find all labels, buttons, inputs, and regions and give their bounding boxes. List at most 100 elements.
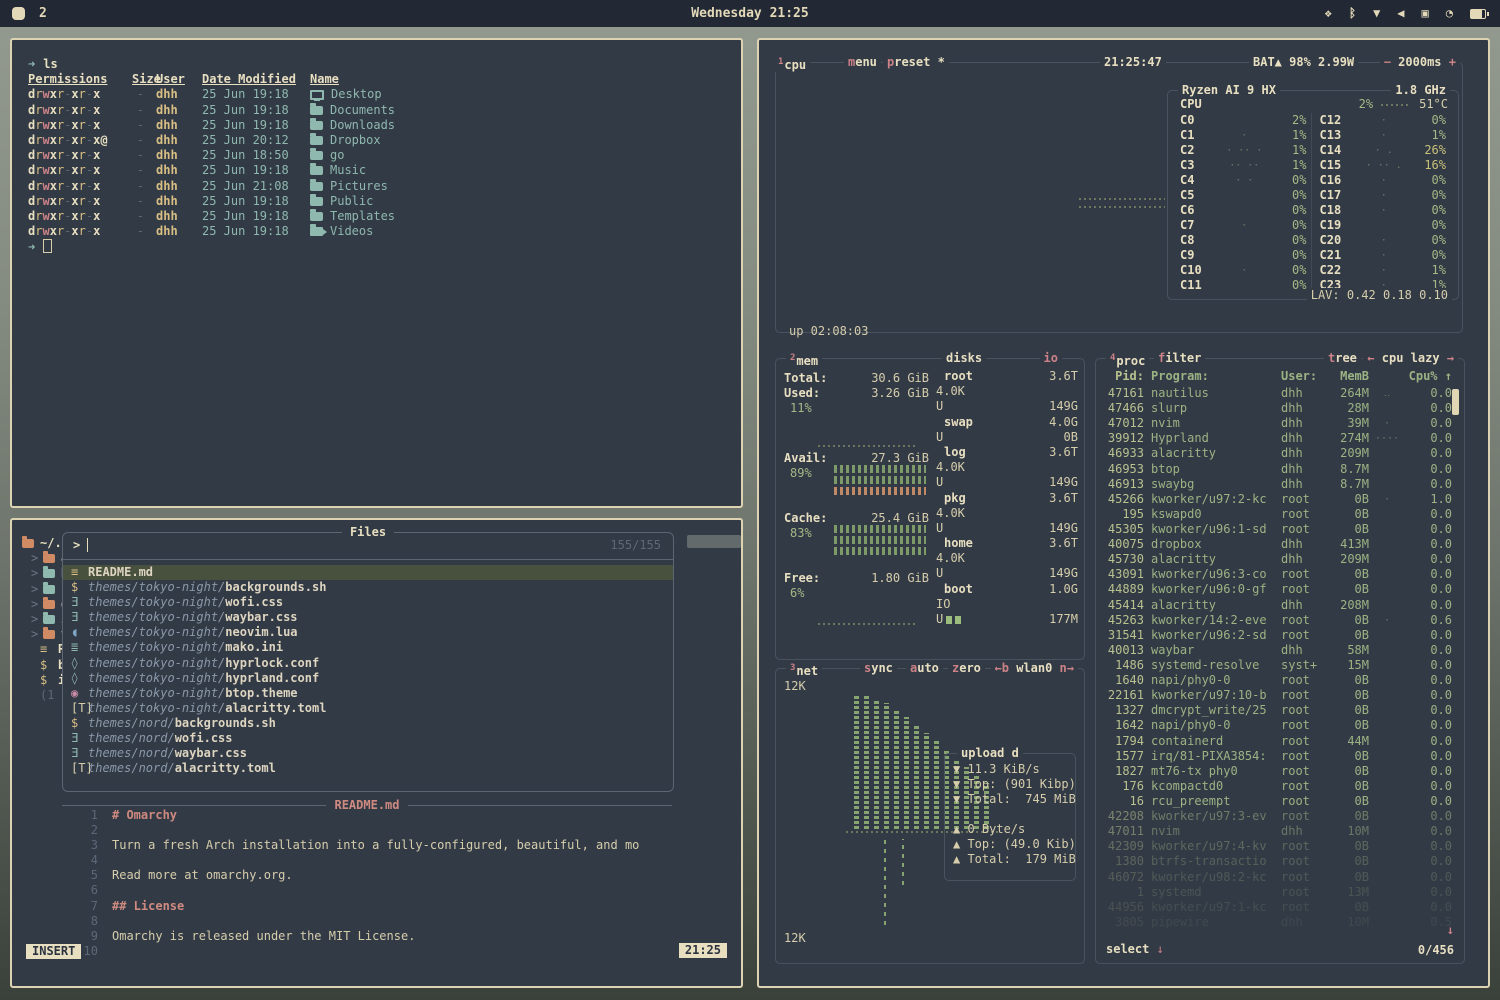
proc-scrollbar-thumb[interactable] <box>1452 389 1459 415</box>
process-row[interactable]: 1486systemd-resolvesyst+15M0.0 <box>1100 658 1452 673</box>
process-row[interactable]: 45305kworker/u96:1-sdroot0B0.0 <box>1100 522 1452 537</box>
process-row[interactable]: 22161kworker/u97:10-broot0B0.0 <box>1100 688 1452 703</box>
process-row[interactable]: 44956kworker/u97:1-kcroot0B0.0 <box>1100 900 1452 915</box>
tab-net[interactable]: 3net <box>786 661 822 678</box>
process-row[interactable]: 45730alacrittydhh209M0.0 <box>1100 552 1452 567</box>
process-row[interactable]: 43091kworker/u96:3-coroot0B0.0 <box>1100 567 1452 582</box>
select-arrow[interactable]: ↓ <box>1157 942 1164 956</box>
disks-title[interactable]: disks <box>942 351 986 365</box>
scroll-down-arrow[interactable]: ↓ <box>1447 923 1454 937</box>
mem-free-pct: 6% <box>790 586 804 601</box>
tab-proc[interactable]: 4proc <box>1106 351 1149 368</box>
gauge-icon[interactable]: ◔ <box>1446 0 1453 27</box>
proc-count: 0/456 <box>1418 943 1454 957</box>
tab-cpu[interactable]: 1cpu <box>774 55 810 72</box>
file-result[interactable]: $themes/tokyo-night/backgrounds.sh <box>63 580 673 595</box>
ls-row: drwxr-xr-x@-dhh25 Jun 20:12Dropbox <box>28 133 741 148</box>
file-result[interactable]: ≡README.md <box>63 565 673 580</box>
process-row[interactable]: 1577irq/81-PIXA3854:root0B0.0 <box>1100 749 1452 764</box>
select-button[interactable]: select <box>1106 942 1149 956</box>
process-row[interactable]: 16rcu_preemptroot0B0.0 <box>1100 794 1452 809</box>
upload-graph <box>884 839 886 925</box>
preview-line: 9Omarchy is released under the MIT Licen… <box>12 929 732 944</box>
css-icon: Ǝ <box>71 731 88 746</box>
file-result[interactable]: ◊themes/tokyo-night/hyprland.conf <box>63 671 673 686</box>
terminal-cursor[interactable] <box>43 239 52 253</box>
proc-sort-nav[interactable]: ← cpu lazy → <box>1363 351 1458 365</box>
battery-icon[interactable] <box>1470 9 1486 19</box>
io-toggle[interactable]: io <box>1040 351 1062 365</box>
process-row[interactable]: 45266kworker/u97:2-kcroot0B·1.0 <box>1100 492 1452 507</box>
wifi-icon[interactable]: ▼ <box>1373 0 1380 27</box>
net-bar <box>904 717 909 829</box>
process-row[interactable]: 45263kworker/14:2-everoot0B·0.6 <box>1100 613 1452 628</box>
file-result[interactable]: Ǝthemes/nord/waybar.css <box>63 746 673 761</box>
tab-mem[interactable]: 2mem <box>786 351 822 368</box>
file-result[interactable]: Ǝthemes/tokyo-night/wofi.css <box>63 595 673 610</box>
process-row[interactable]: 46072kworker/u98:2-kcroot0B0.0 <box>1100 870 1452 885</box>
preset-button[interactable]: preset * <box>883 55 949 69</box>
net-bar <box>934 741 939 829</box>
workspace-number[interactable]: 2 <box>39 6 47 21</box>
net-auto-button[interactable]: auto <box>906 661 943 675</box>
net-sync-button[interactable]: sync <box>860 661 897 675</box>
file-result[interactable]: ◖themes/tokyo-night/neovim.lua <box>63 625 673 640</box>
process-row[interactable]: 1380btrfs-transactioroot0B0.0 <box>1100 854 1452 869</box>
file-result[interactable]: ◊themes/tokyo-night/hyprlock.conf <box>63 656 673 671</box>
process-row[interactable]: 44889kworker/u96:0-gfroot0B0.0 <box>1100 582 1452 597</box>
file-result[interactable]: [T]themes/tokyo-night/alacritty.toml <box>63 701 673 716</box>
process-row[interactable]: 46913swaybgdhh8.7M0.0 <box>1100 477 1452 492</box>
picker-input[interactable]: > <box>73 538 96 552</box>
disk-line: boot1.0G <box>936 582 1078 597</box>
ls-row: drwxr-xr-x-dhh25 Jun 19:18Downloads <box>28 118 741 133</box>
scrollbar-thumb[interactable] <box>687 535 741 548</box>
file-result[interactable]: ≣themes/tokyo-night/mako.ini <box>63 640 673 655</box>
system-tray: ❖ ᛒ ▼ ◀ ▣ ◔ <box>1325 0 1500 27</box>
refresh-interval[interactable]: − 2000ms + <box>1380 55 1460 69</box>
folder-icon <box>310 182 323 191</box>
cpu-indicator-icon[interactable]: ▣ <box>1422 0 1429 27</box>
process-row[interactable]: 46933alacrittydhh209M0.0 <box>1100 446 1452 461</box>
process-row[interactable]: 1327dmcrypt_write/25root0B0.0 <box>1100 703 1452 718</box>
proc-column-headers: Pid: Program: User: MemB Cpu% ↑ <box>1100 369 1452 384</box>
process-row[interactable]: 1640napi/phy0-0root0B0.0 <box>1100 673 1452 688</box>
process-row[interactable]: 47466slurpdhh28M0.0 <box>1100 401 1452 416</box>
file-result[interactable]: Ǝthemes/nord/wofi.css <box>63 731 673 746</box>
process-row[interactable]: 47012nvimdhh39M·0.0 <box>1100 416 1452 431</box>
process-row[interactable]: 176kcompactd0root0B0.0 <box>1100 779 1452 794</box>
process-row[interactable]: 1827mt76-tx phy0root0B0.0 <box>1100 764 1452 779</box>
net-interface-switcher[interactable]: ←b wlan0 n→ <box>991 661 1079 675</box>
process-row[interactable]: 40075dropboxdhh413M0.0 <box>1100 537 1452 552</box>
process-row[interactable]: 3805pipewiredhh10M0.5 <box>1100 915 1452 930</box>
proc-filter-button[interactable]: filter <box>1154 351 1205 365</box>
process-row[interactable]: 42309kworker/u97:4-kvroot0B0.0 <box>1100 839 1452 854</box>
process-row[interactable]: 1systemdroot13M0.0 <box>1100 885 1452 900</box>
sort-column[interactable]: Cpu% ↑ <box>1405 369 1452 384</box>
process-row[interactable]: 46953btopdhh8.7M0.0 <box>1100 462 1452 477</box>
process-row[interactable]: 47011nvimdhh10M0.0 <box>1100 824 1452 839</box>
file-result[interactable]: ◉themes/tokyo-night/btop.theme <box>63 686 673 701</box>
mem-cache-graph <box>834 525 926 533</box>
battery-status: BAT▲ 98% 2.99W <box>1249 55 1358 69</box>
file-result[interactable]: $themes/nord/backgrounds.sh <box>63 716 673 731</box>
core-row: C15· ·· .16% <box>1320 158 1447 173</box>
process-row[interactable]: 195kswapd0root0B0.0 <box>1100 507 1452 522</box>
process-row[interactable]: 1794containerdroot44M0.0 <box>1100 734 1452 749</box>
file-result[interactable]: [T]themes/nord/alacritty.toml <box>63 761 673 776</box>
process-row[interactable]: 31541kworker/u96:2-sdroot0B0.0 <box>1100 628 1452 643</box>
file-result[interactable]: Ǝthemes/tokyo-night/waybar.css <box>63 610 673 625</box>
net-zero-button[interactable]: zero <box>948 661 985 675</box>
process-row[interactable]: 42208kworker/u97:3-evroot0B0.0 <box>1100 809 1452 824</box>
process-row[interactable]: 1642napi/phy0-0root0B0.0 <box>1100 718 1452 733</box>
process-row[interactable]: 47161nautilusdhh264M‥0.0 <box>1100 386 1452 401</box>
volume-icon[interactable]: ◀ <box>1397 0 1404 27</box>
process-row[interactable]: 45414alacrittydhh208M0.0 <box>1100 598 1452 613</box>
process-row[interactable]: 40013waybardhh58M0.0 <box>1100 643 1452 658</box>
bluetooth-icon[interactable]: ᛒ <box>1349 0 1356 27</box>
dropbox-icon[interactable]: ❖ <box>1325 0 1332 27</box>
process-row[interactable]: 39912Hyprlanddhh274M····0.0 <box>1100 431 1452 446</box>
workspace-icon[interactable] <box>12 7 25 20</box>
mem-total-value: 30.6 GiB <box>871 371 929 386</box>
proc-tree-button[interactable]: tree <box>1324 351 1361 365</box>
menu-button[interactable]: menu <box>844 55 881 69</box>
